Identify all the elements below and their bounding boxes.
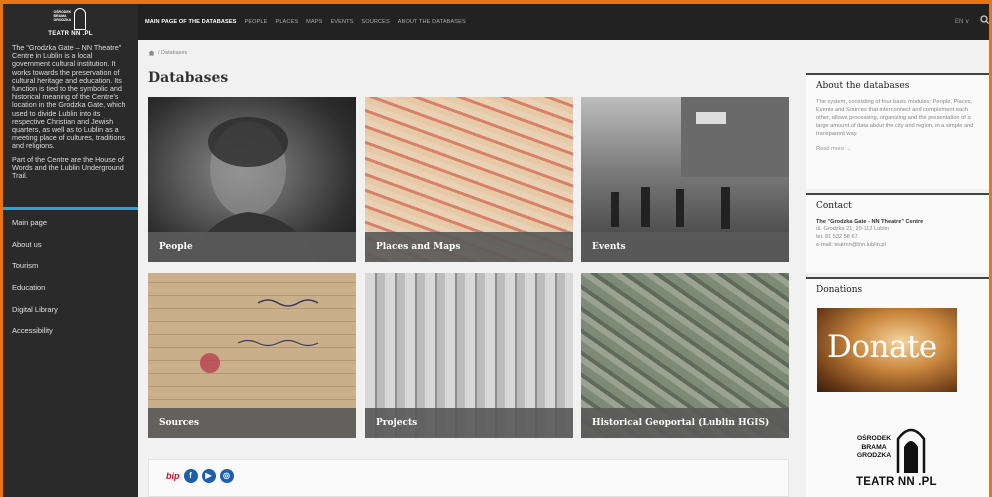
breadcrumb: / Databases (148, 50, 187, 56)
nav-places[interactable]: PLACES (275, 19, 298, 25)
logo2-line-3: GRODZKA (856, 452, 892, 459)
sidebar-about-para-1: The "Grodzka Gate – NN Theatre" Centre i… (12, 43, 126, 151)
contact-name: The "Grodzka Gate - NN Theatre" Centre (816, 219, 924, 225)
logo2-name: TEATR NN .PL (856, 476, 937, 488)
social-links: bip f ▶ ◎ (166, 469, 234, 483)
sidebar-item-tourism[interactable]: Tourism (3, 255, 138, 277)
home-icon[interactable] (148, 50, 155, 56)
sidebar-item-accessibility[interactable]: Accessibility (3, 320, 138, 342)
contact-email[interactable]: e-mail: teatrnn@tnn.lublin.pl (806, 241, 989, 249)
tile-projects-label: Projects (365, 408, 573, 438)
contact-title: Contact (816, 201, 852, 211)
tile-sources[interactable]: Sources (148, 273, 356, 438)
page-title: Databases (148, 70, 229, 86)
tile-people[interactable]: People (148, 97, 356, 262)
language-select[interactable]: EN ∨ (955, 4, 969, 40)
sidebar-about: The "Grodzka Gate – NN Theatre" Centre i… (3, 40, 138, 180)
nav-about-databases[interactable]: ABOUT THE DATABASES (398, 19, 466, 25)
site-logo[interactable]: OŚRODEK BRAMA GRODZKA TEATR NN .PL (3, 4, 138, 40)
nav-people[interactable]: PEOPLE (244, 19, 267, 25)
logo2-text: OŚRODEK BRAMA GRODZKA (854, 435, 894, 461)
search-icon[interactable] (980, 14, 989, 26)
sidebar-divider (3, 207, 138, 210)
youtube-icon[interactable]: ▶ (201, 469, 216, 483)
logo2-line-2: BRAMA (861, 443, 887, 451)
tile-events-label: Events (581, 232, 789, 262)
logo-line-1: OŚRODEK (53, 9, 72, 14)
nav-events[interactable]: EVENTS (330, 19, 353, 25)
logo2-line-1: OŚRODEK (856, 435, 892, 442)
tile-historical-geoportal[interactable]: Historical Geoportal (Lublin HGIS) (581, 273, 789, 438)
sidebar-item-about-us[interactable]: About us (3, 234, 138, 256)
logo-text-block: OŚRODEK BRAMA GRODZKA (54, 10, 72, 22)
contact-phone[interactable]: tel. 81 532 58 67 (806, 233, 989, 241)
tile-sources-label: Sources (148, 408, 356, 438)
sidebar-item-digital-library[interactable]: Digital Library (3, 299, 138, 321)
about-databases-text: The system, consisting of four basic mod… (816, 99, 974, 137)
donate-banner[interactable]: Donate (817, 308, 957, 392)
donations-title: Donations (816, 285, 863, 295)
footer-links: bip f ▶ ◎ (148, 459, 789, 497)
logo-name: TEATR NN .PL (48, 30, 93, 37)
sidebar-item-main-page[interactable]: Main page (3, 212, 138, 234)
sidebar-item-education[interactable]: Education (3, 277, 138, 299)
gate-icon (73, 7, 86, 30)
contact-address: ul. Grodzka 21, 20-112 Lublin (816, 226, 889, 232)
instagram-icon[interactable]: ◎ (219, 469, 234, 483)
nav-maps[interactable]: MAPS (306, 19, 322, 25)
sidebar-about-para-2: Part of the Centre are the House of Word… (12, 154, 124, 181)
tile-projects[interactable]: Projects (365, 273, 573, 438)
teatr-nn-logo[interactable]: OŚRODEK BRAMA GRODZKA TEATR NN .PL (854, 421, 944, 496)
breadcrumb-current: / Databases (158, 50, 188, 56)
gate-figure-icon (896, 428, 926, 473)
logo-line-3: GRODZKA (53, 17, 72, 22)
about-databases-panel: About the databases The system, consisti… (806, 73, 989, 189)
tile-events[interactable]: Events (581, 97, 789, 262)
sidebar: OŚRODEK BRAMA GRODZKA TEATR NN .PL The "… (3, 4, 138, 497)
facebook-icon[interactable]: f (183, 469, 198, 483)
tile-geo-label: Historical Geoportal (Lublin HGIS) (581, 408, 789, 438)
read-more-link[interactable]: Read more → (806, 138, 989, 152)
sidebar-nav: Main page About us Tourism Education Dig… (3, 212, 138, 342)
top-nav: MAIN PAGE OF THE DATABASES PEOPLE PLACES… (145, 4, 466, 40)
tile-places-label: Places and Maps (365, 232, 573, 262)
contact-panel: Contact The "Grodzka Gate - NN Theatre" … (806, 193, 989, 273)
top-navbar: MAIN PAGE OF THE DATABASES PEOPLE PLACES… (138, 4, 989, 40)
donations-panel: Donations Donate OŚRODEK BRAMA GRODZKA T… (806, 277, 989, 497)
nav-main-page-databases[interactable]: MAIN PAGE OF THE DATABASES (145, 19, 236, 25)
nav-sources[interactable]: SOURCES (361, 19, 389, 25)
logo-mark: OŚRODEK BRAMA GRODZKA (54, 7, 88, 30)
bip-link[interactable]: bip (166, 471, 180, 481)
about-databases-title: About the databases (816, 81, 910, 91)
tile-people-label: People (148, 232, 356, 262)
main-content: / Databases Databases People Places and … (138, 40, 989, 497)
tile-places-and-maps[interactable]: Places and Maps (365, 97, 573, 262)
donate-text: Donate (827, 329, 937, 365)
